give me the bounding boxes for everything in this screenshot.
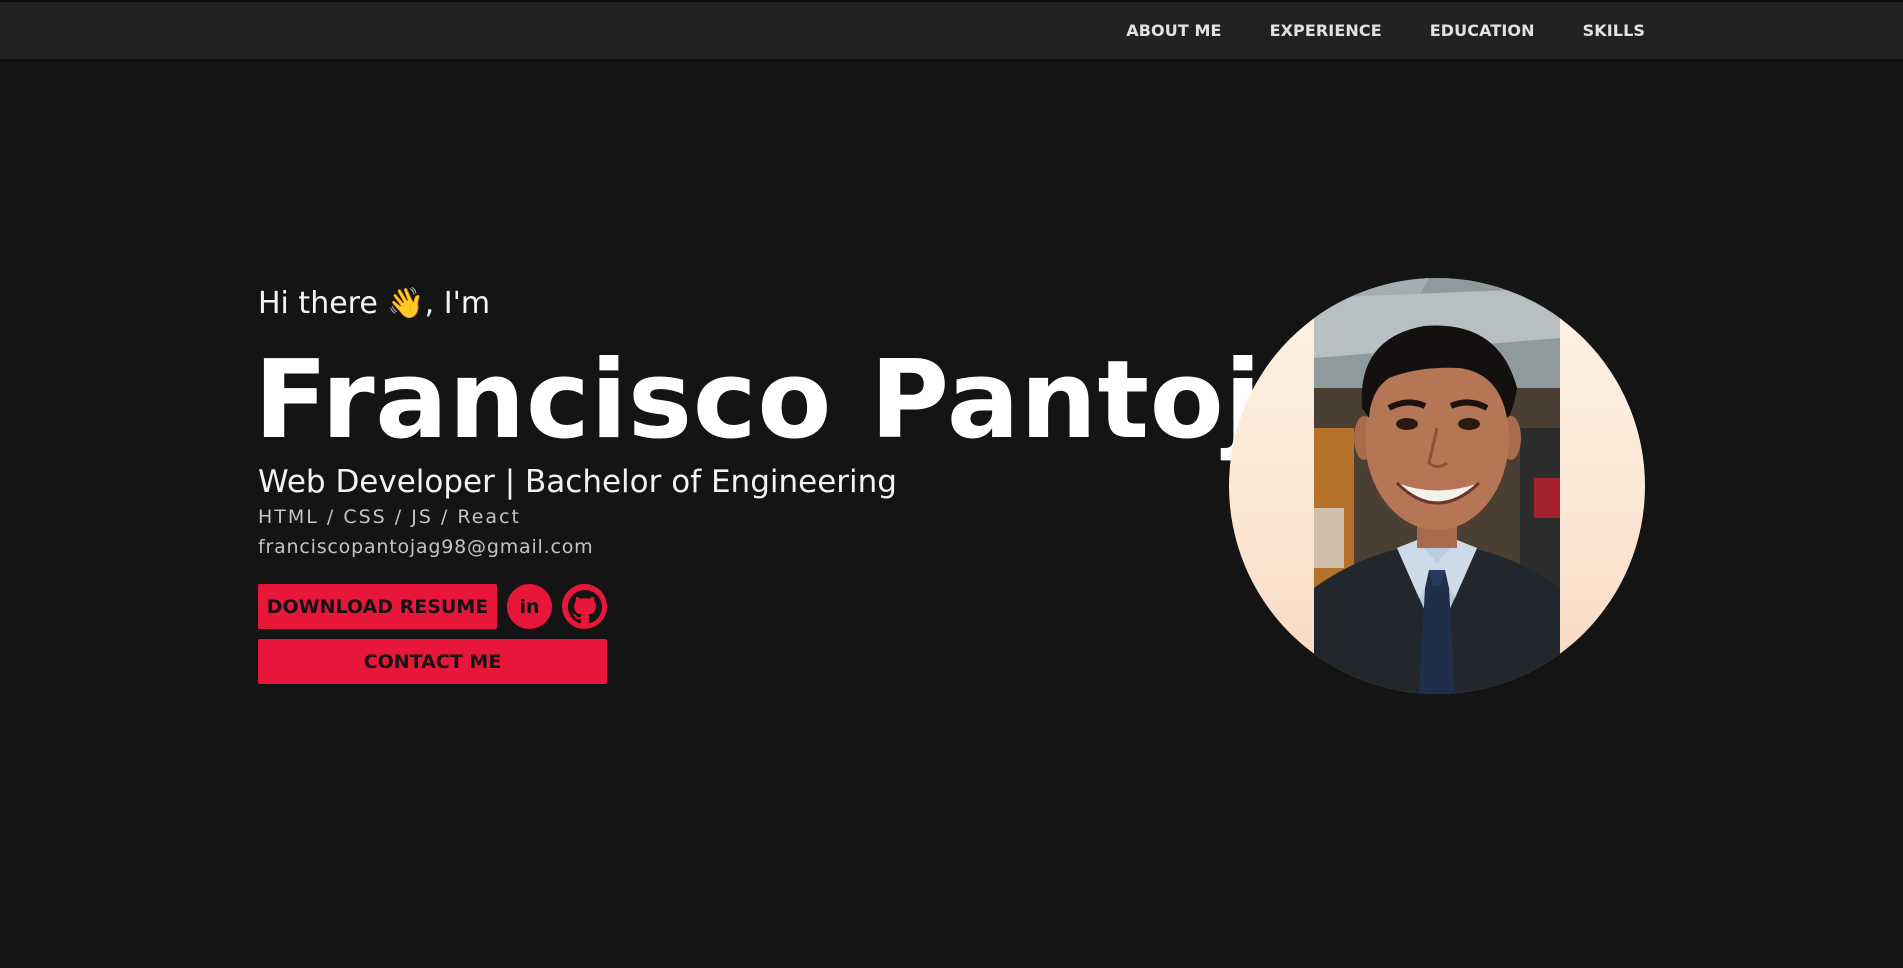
nav-link-experience[interactable]: EXPERIENCE <box>1270 21 1382 40</box>
top-navbar: ABOUT ME EXPERIENCE EDUCATION SKILLS <box>0 0 1903 59</box>
github-octocat-glyph <box>567 589 602 623</box>
nav-link-about-me[interactable]: ABOUT ME <box>1126 21 1221 40</box>
profile-photo <box>1229 278 1645 694</box>
email-text: franciscopantojag98@gmail.com <box>258 536 594 558</box>
hero-section: Hi there 👋, I'm Francisco Pantoja Web De… <box>254 286 1335 684</box>
download-resume-button[interactable]: DOWNLOAD RESUME <box>258 584 497 629</box>
hero-subtitle: Web Developer | Bachelor of Engineering <box>258 464 897 500</box>
hero-name: Francisco Pantoja <box>254 338 1336 463</box>
action-row: DOWNLOAD RESUME in <box>258 584 607 629</box>
skills-line: HTML / CSS / JS / React <box>258 506 521 528</box>
contact-me-button[interactable]: CONTACT ME <box>258 639 607 684</box>
github-icon[interactable] <box>562 584 607 629</box>
nav-links: ABOUT ME EXPERIENCE EDUCATION SKILLS <box>1126 2 1645 59</box>
profile-photo-illustration <box>1314 278 1560 694</box>
linkedin-icon[interactable]: in <box>507 584 552 629</box>
nav-link-education[interactable]: EDUCATION <box>1430 21 1535 40</box>
linkedin-icon-label: in <box>519 595 540 618</box>
nav-link-skills[interactable]: SKILLS <box>1583 21 1645 40</box>
greeting-text: Hi there 👋, I'm <box>258 286 491 321</box>
